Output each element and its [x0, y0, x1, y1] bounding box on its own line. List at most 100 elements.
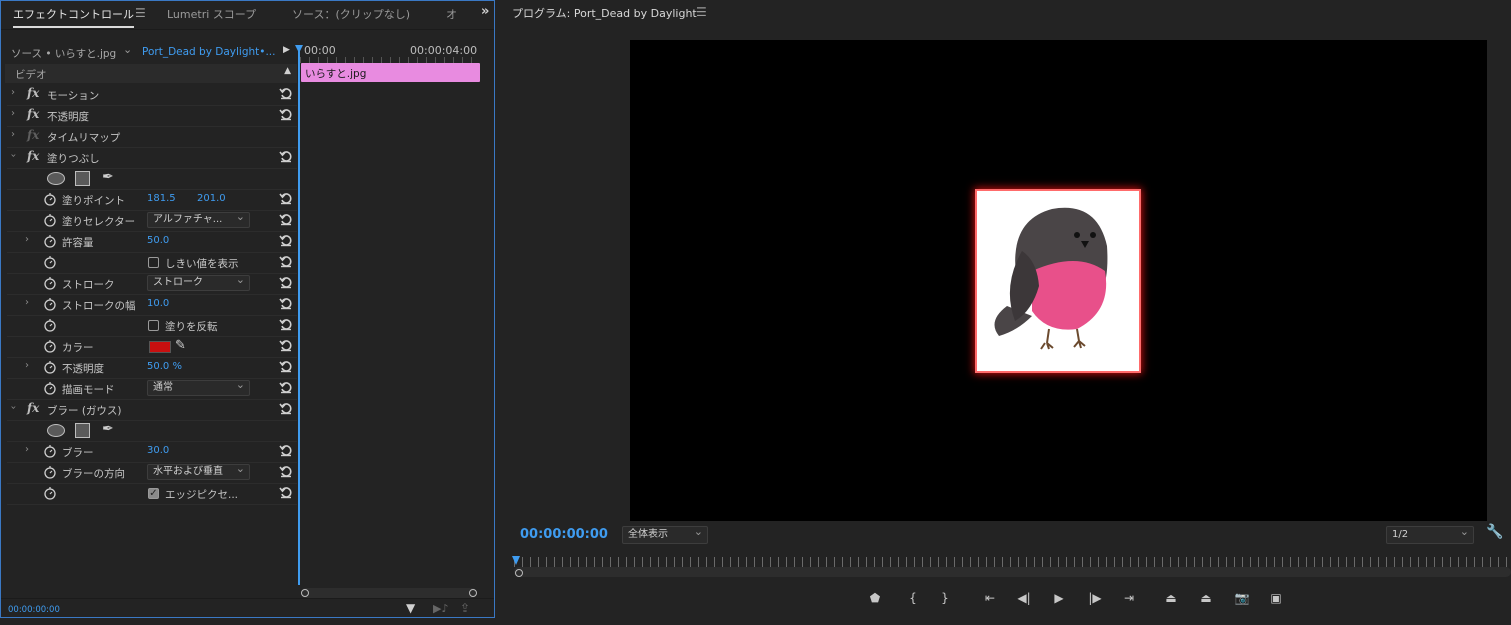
stopwatch-icon[interactable] — [43, 444, 57, 458]
stopwatch-icon[interactable] — [43, 318, 57, 332]
effect-row-time-remap[interactable]: › fx タイムリマップ — [7, 127, 297, 148]
reset-icon[interactable] — [279, 107, 293, 121]
ellipse-mask-icon[interactable] — [47, 172, 65, 185]
reset-icon[interactable] — [279, 317, 293, 331]
program-title[interactable]: プログラム: Port_Dead by Daylight — [512, 5, 697, 21]
tab-source[interactable]: ソース：(クリップなし) — [292, 6, 410, 22]
blend-mode-dropdown[interactable]: 通常 — [147, 378, 250, 396]
fx-icon[interactable]: fx — [27, 86, 39, 100]
chevron-down-icon[interactable]: › — [8, 406, 19, 410]
go-to-out-icon[interactable]: ⇥ — [1118, 587, 1140, 609]
zoom-handle-right[interactable] — [469, 589, 477, 597]
fill-selector-dropdown[interactable]: アルファチャ... — [147, 210, 250, 228]
tab-overflow[interactable]: オ — [446, 6, 457, 22]
stopwatch-icon[interactable] — [43, 465, 57, 479]
audio-play-icon[interactable]: ▶♪ — [433, 602, 448, 615]
reset-icon[interactable] — [279, 485, 293, 499]
rectangle-mask-icon[interactable] — [75, 171, 90, 186]
blur-amount-value[interactable]: 30.0 — [147, 445, 169, 456]
play-icon[interactable]: ▶ — [1048, 587, 1070, 609]
chevron-right-icon[interactable]: › — [11, 108, 15, 119]
stopwatch-icon[interactable] — [43, 192, 57, 206]
effect-row-blur[interactable]: › fx ブラー (ガウス) — [7, 400, 297, 421]
stopwatch-icon[interactable] — [43, 339, 57, 353]
panel-menu-icon[interactable]: ☰ — [135, 6, 146, 20]
effect-row-opacity[interactable]: › fx 不透明度 — [7, 106, 297, 127]
export-icon[interactable]: ⇪ — [460, 601, 470, 615]
step-forward-icon[interactable]: |▶ — [1084, 587, 1106, 609]
invert-checkbox[interactable] — [148, 320, 159, 331]
stopwatch-icon[interactable] — [43, 381, 57, 395]
reset-icon[interactable] — [279, 380, 293, 394]
fx-icon[interactable]: fx — [27, 107, 39, 121]
pen-mask-icon[interactable]: ✒ — [102, 421, 114, 437]
chevron-right-icon[interactable]: › — [11, 129, 15, 140]
reset-icon[interactable] — [279, 443, 293, 457]
fx-icon[interactable]: fx — [27, 149, 39, 163]
playhead-marker[interactable] — [295, 45, 303, 53]
reset-icon[interactable] — [279, 149, 293, 163]
stroke-width-value[interactable]: 10.0 — [147, 298, 169, 309]
mark-out-icon[interactable]: } — [934, 587, 956, 609]
stopwatch-icon[interactable] — [43, 360, 57, 374]
current-timecode[interactable]: 00:00:00:00 — [8, 605, 60, 615]
zoom-scrollbar[interactable] — [301, 588, 477, 598]
stopwatch-icon[interactable] — [43, 297, 57, 311]
chevron-right-icon[interactable]: › — [11, 87, 15, 98]
fill-opacity-value[interactable]: 50.0 % — [147, 361, 182, 372]
reset-icon[interactable] — [279, 86, 293, 100]
chevron-right-icon[interactable]: › — [25, 297, 29, 308]
edge-pixels-checkbox[interactable]: ✓ — [148, 488, 159, 499]
camera-icon[interactable]: 📷 — [1231, 587, 1253, 609]
reset-icon[interactable] — [279, 254, 293, 268]
program-viewer[interactable] — [630, 40, 1487, 521]
play-clip-icon[interactable]: ▶ — [283, 45, 290, 55]
ellipse-mask-icon[interactable] — [47, 424, 65, 437]
fill-point-x[interactable]: 181.5 — [147, 193, 176, 204]
stopwatch-icon[interactable] — [43, 276, 57, 290]
eyedropper-icon[interactable]: ✎ — [175, 338, 186, 353]
stroke-dropdown[interactable]: ストローク — [147, 273, 250, 291]
effect-row-fill[interactable]: › fx 塗りつぶし — [7, 148, 297, 169]
color-swatch[interactable] — [149, 341, 171, 353]
lift-icon[interactable]: ⏏ — [1160, 587, 1182, 609]
zoom-handle-left[interactable] — [515, 569, 523, 577]
tolerance-value[interactable]: 50.0 — [147, 235, 169, 246]
blur-direction-dropdown[interactable]: 水平および垂直 — [147, 462, 250, 480]
reset-icon[interactable] — [279, 464, 293, 478]
rectangle-mask-icon[interactable] — [75, 423, 90, 438]
effect-row-motion[interactable]: › fx モーション — [7, 85, 297, 106]
reset-icon[interactable] — [279, 401, 293, 415]
sequence-clip-label[interactable]: Port_Dead by Daylight•... — [142, 46, 275, 58]
chevron-down-icon[interactable]: ⌄ — [123, 43, 132, 56]
reset-icon[interactable] — [279, 359, 293, 373]
chevron-right-icon[interactable]: › — [25, 444, 29, 455]
threshold-checkbox[interactable] — [148, 257, 159, 268]
extract-icon[interactable]: ⏏ — [1195, 587, 1217, 609]
go-to-in-icon[interactable]: ⇤ — [979, 587, 1001, 609]
stopwatch-icon[interactable] — [43, 255, 57, 269]
pen-mask-icon[interactable]: ✒ — [102, 169, 114, 185]
clip-bar[interactable]: いらすと.jpg — [301, 63, 480, 82]
tab-effect-controls[interactable]: エフェクトコントロール — [13, 6, 134, 28]
fit-dropdown[interactable]: 全体表示 — [622, 524, 708, 544]
collapse-up-icon[interactable]: ▲ — [284, 66, 291, 76]
expand-panels-icon[interactable]: » — [481, 4, 489, 19]
reset-icon[interactable] — [279, 296, 293, 310]
tab-lumetri-scopes[interactable]: Lumetri スコープ — [167, 6, 256, 22]
wrench-icon[interactable]: 🔧 — [1486, 524, 1503, 540]
reset-icon[interactable] — [279, 338, 293, 352]
program-time-ruler[interactable] — [514, 557, 1511, 567]
stopwatch-icon[interactable] — [43, 486, 57, 500]
stopwatch-icon[interactable] — [43, 234, 57, 248]
add-marker-icon[interactable]: ⬟ — [864, 587, 886, 609]
clip-preview-frame[interactable] — [977, 191, 1139, 371]
playhead-line[interactable] — [298, 45, 300, 585]
comparison-view-icon[interactable]: ▣ — [1265, 587, 1287, 609]
reset-icon[interactable] — [279, 275, 293, 289]
program-timecode[interactable]: 00:00:00:00 — [520, 527, 608, 542]
reset-icon[interactable] — [279, 212, 293, 226]
stopwatch-icon[interactable] — [43, 213, 57, 227]
program-playhead[interactable] — [512, 556, 520, 565]
resolution-dropdown[interactable]: 1/2 — [1386, 524, 1474, 544]
